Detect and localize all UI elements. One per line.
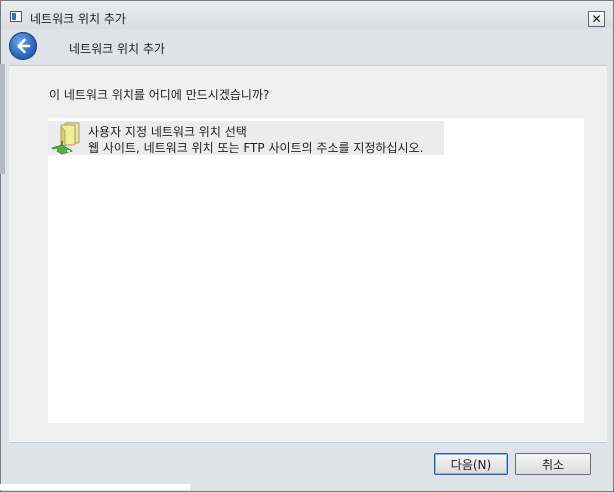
cancel-button[interactable]: 취소 [515, 453, 591, 475]
bottom-edge-strip [0, 484, 190, 490]
back-button[interactable] [9, 32, 37, 60]
network-folder-icon [51, 122, 80, 155]
question-text: 이 네트워크 위치를 어디에 만드시겠습니까? [49, 88, 270, 102]
next-button[interactable]: 다음(N) [434, 453, 508, 475]
close-icon: ✕ [591, 12, 602, 26]
window-app-icon [10, 11, 22, 22]
wizard-nav-row: 네트워크 위치 추가 [1, 29, 613, 65]
back-arrow-icon [17, 38, 31, 54]
close-button[interactable]: ✕ [588, 11, 605, 27]
wizard-content: 이 네트워크 위치를 어디에 만드시겠습니까? 사용자 지정 네트워크 위치 선… [9, 65, 607, 443]
window-title: 네트워크 위치 추가 [30, 12, 126, 26]
list-item-description: 웹 사이트, 네트워크 위치 또는 FTP 사이트의 주소를 지정하십시오. [88, 141, 424, 155]
list-item-custom-network-location[interactable]: 사용자 지정 네트워크 위치 선택 웹 사이트, 네트워크 위치 또는 FTP … [48, 121, 444, 155]
wizard-heading: 네트워크 위치 추가 [69, 42, 165, 56]
location-listbox[interactable]: 사용자 지정 네트워크 위치 선택 웹 사이트, 네트워크 위치 또는 FTP … [48, 118, 584, 423]
list-item-title: 사용자 지정 네트워크 위치 선택 [88, 125, 247, 139]
add-network-location-window: 네트워크 위치 추가 ✕ 네트워크 위치 추가 이 네트워크 위치를 어디에 만… [0, 0, 614, 492]
left-edge-strip [0, 64, 5, 174]
title-bar[interactable]: 네트워크 위치 추가 ✕ [1, 1, 613, 29]
